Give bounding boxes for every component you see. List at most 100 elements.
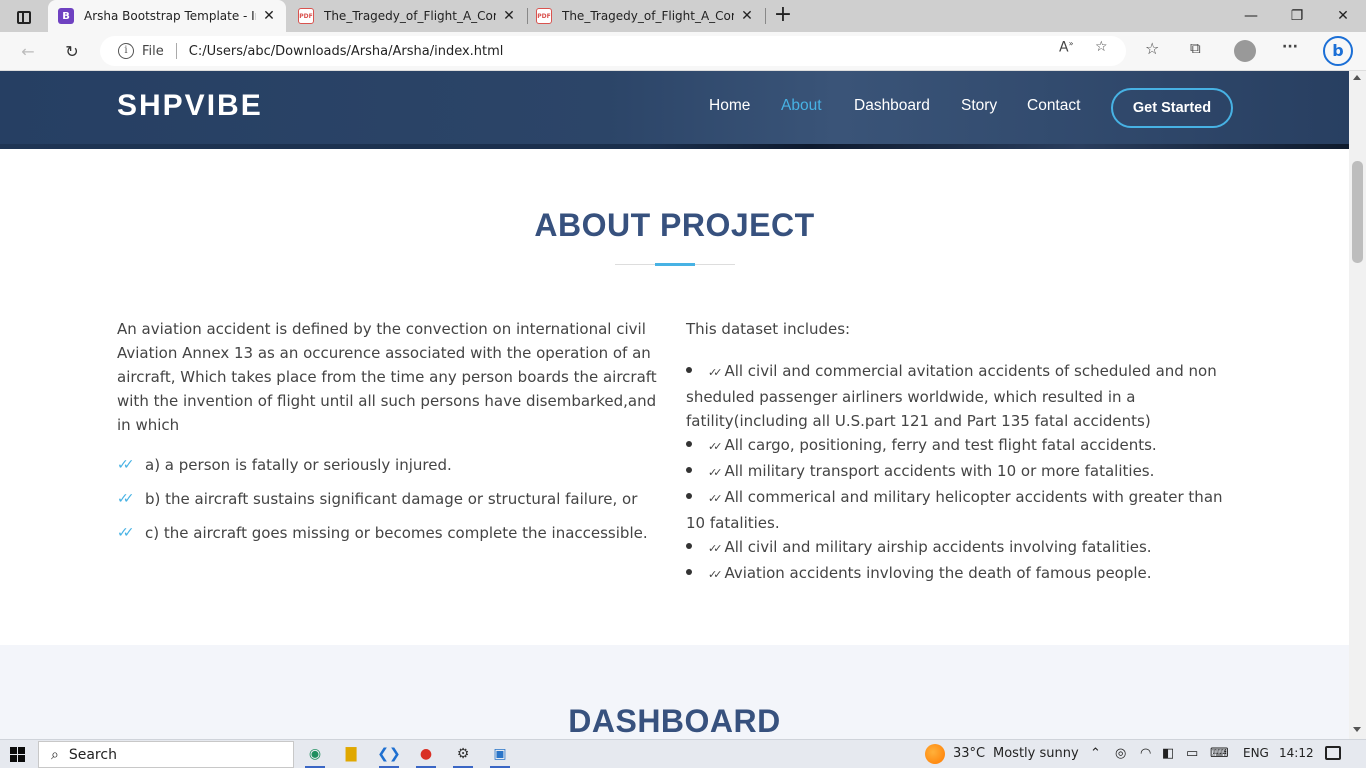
refresh-icon[interactable]: ↻: [58, 38, 86, 64]
double-check-icon: ✓✓: [117, 525, 134, 541]
site-header: SHPVIBE Home About Dashboard Story Conta…: [0, 71, 1349, 144]
restore-button[interactable]: ❐: [1274, 0, 1320, 32]
settings-gear-icon[interactable]: ⚙: [451, 743, 475, 768]
add-favorite-icon[interactable]: ☆: [1095, 39, 1108, 55]
taskbar-search[interactable]: ⌕ Search: [38, 741, 294, 768]
about-intro-text: An aviation accident is defined by the c…: [117, 320, 657, 434]
notification-icon[interactable]: [1325, 746, 1341, 760]
condition-text: c) the aircraft goes missing or becomes …: [145, 524, 648, 542]
page-scrollbar[interactable]: [1349, 71, 1366, 739]
tab-pdf-2[interactable]: PDF The_Tragedy_of_Flight_A_Comprehensiv…: [528, 0, 764, 32]
address-bar[interactable]: i File C:/Users/abc/Downloads/Arsha/Arsh…: [100, 36, 1126, 66]
weather-description[interactable]: Mostly sunny: [993, 746, 1079, 761]
file-explorer-icon[interactable]: ▇: [339, 743, 363, 765]
condition-text: b) the aircraft sustains significant dam…: [145, 490, 638, 508]
url-text[interactable]: C:/Users/abc/Downloads/Arsha/Arsha/index…: [189, 44, 504, 59]
read-aloud-icon[interactable]: A»: [1059, 39, 1073, 56]
favorites-icon[interactable]: ☆: [1145, 39, 1159, 58]
more-menu-icon[interactable]: ···: [1282, 39, 1298, 55]
network-icon[interactable]: ◠: [1140, 746, 1151, 761]
info-icon[interactable]: i: [118, 43, 134, 59]
double-check-icon: ✓✓: [708, 492, 723, 505]
scroll-up-icon[interactable]: [1353, 75, 1361, 80]
protocol-label: File: [142, 43, 164, 59]
page-viewport: SHPVIBE Home About Dashboard Story Conta…: [0, 71, 1349, 739]
weather-sun-icon[interactable]: [925, 744, 945, 764]
double-check-icon: ✓✓: [708, 466, 723, 479]
bullet-dot: [686, 542, 692, 549]
list-item: ✓✓ All cargo, positioning, ferry and test…: [686, 433, 1226, 459]
hero-image-strip: [0, 144, 1349, 149]
vscode-icon[interactable]: ❮❯: [377, 743, 401, 768]
address-divider: [175, 43, 177, 59]
bullet-dot: [686, 492, 692, 499]
double-check-icon: ✓✓: [117, 457, 134, 473]
nav-story[interactable]: Story: [961, 97, 997, 115]
list-item: ✓✓ All commerical and military helicopter…: [686, 485, 1226, 535]
dashboard-section-title: DASHBOARD: [568, 703, 781, 739]
dataset-item-text: All civil and military airship accidents…: [724, 538, 1152, 556]
battery-icon[interactable]: ▭: [1186, 746, 1198, 761]
nav-home[interactable]: Home: [709, 97, 750, 115]
close-tab-icon[interactable]: ✕: [260, 8, 278, 24]
nav-dashboard[interactable]: Dashboard: [854, 97, 930, 115]
tab-divider: [765, 8, 766, 24]
scrollbar-thumb[interactable]: [1352, 161, 1363, 263]
about-section-title: ABOUT PROJECT: [534, 207, 815, 243]
get-started-button[interactable]: Get Started: [1111, 88, 1233, 128]
pdf-favicon-icon: PDF: [298, 8, 314, 24]
back-arrow-icon[interactable]: ←: [14, 38, 42, 64]
double-check-icon: ✓✓: [708, 440, 723, 453]
nav-about[interactable]: About: [781, 97, 822, 115]
weather-temp[interactable]: 33°C: [953, 746, 985, 761]
bullet-dot: [686, 568, 692, 575]
show-hidden-icons[interactable]: ⌃: [1090, 746, 1101, 761]
search-icon: ⌕: [51, 746, 59, 763]
tab-title: The_Tragedy_of_Flight_A_Comprehensive: [562, 9, 734, 23]
close-tab-icon[interactable]: ✕: [500, 8, 518, 24]
list-item: ✓✓ Aviation accidents invloving the death…: [686, 561, 1226, 587]
nav-contact[interactable]: Contact: [1027, 97, 1080, 115]
clock-time[interactable]: 14:12: [1279, 746, 1314, 760]
collections-icon[interactable]: ⧉: [1190, 39, 1201, 57]
site-logo[interactable]: SHPVIBE: [117, 89, 263, 123]
dataset-item-text: Aviation accidents invloving the death o…: [724, 564, 1152, 582]
photos-icon[interactable]: ▣: [488, 743, 512, 768]
close-window-button[interactable]: ✕: [1320, 0, 1366, 32]
search-label: Search: [68, 746, 117, 763]
list-item: ✓✓ a) a person is fatally or seriously i…: [117, 453, 452, 477]
volume-icon[interactable]: ◧: [1162, 746, 1174, 761]
profile-avatar[interactable]: [1234, 40, 1256, 62]
edge-app-icon[interactable]: ◉: [303, 743, 327, 768]
chrome-icon[interactable]: ●: [414, 743, 438, 768]
new-tab-button[interactable]: +: [772, 4, 794, 27]
double-check-icon: ✓✓: [117, 491, 134, 507]
dataset-heading: This dataset includes:: [686, 320, 851, 338]
minimize-button[interactable]: —: [1228, 0, 1274, 32]
bullet-dot: [686, 466, 692, 473]
tab-pdf-1[interactable]: PDF The_Tragedy_of_Flight_A_Comprehensiv…: [290, 0, 526, 32]
tab-arsha[interactable]: B Arsha Bootstrap Template - Index ✕: [48, 0, 286, 32]
tray-app-icon[interactable]: ◎: [1115, 746, 1126, 761]
dataset-item-text: All cargo, positioning, ferry and test f…: [724, 436, 1157, 454]
browser-tab-strip: B Arsha Bootstrap Template - Index ✕ PDF…: [0, 0, 1366, 32]
keyboard-icon[interactable]: ⌨: [1210, 746, 1229, 761]
tab-title: The_Tragedy_of_Flight_A_Comprehensive: [324, 9, 496, 23]
tab-actions-icon[interactable]: [10, 6, 38, 28]
bullet-dot: [686, 440, 692, 447]
list-item: ✓✓ All civil and commercial avitation acc…: [686, 359, 1226, 433]
windows-start-icon[interactable]: [10, 747, 25, 762]
pdf-favicon-icon: PDF: [536, 8, 552, 24]
list-item: ✓✓ c) the aircraft goes missing or becom…: [117, 521, 648, 545]
condition-text: a) a person is fatally or seriously inju…: [145, 456, 452, 474]
title-accent-bar: [655, 263, 695, 266]
close-tab-icon[interactable]: ✕: [738, 8, 756, 24]
language-indicator[interactable]: ENG: [1243, 746, 1269, 760]
list-item: ✓✓ b) the aircraft sustains significant …: [117, 487, 637, 511]
list-item: ✓✓ All military transport accidents with …: [686, 459, 1226, 485]
bing-chat-icon[interactable]: b: [1323, 36, 1353, 66]
browser-toolbar: ← ↻ i File C:/Users/abc/Downloads/Arsha/…: [0, 32, 1366, 71]
scroll-down-icon[interactable]: [1353, 727, 1361, 732]
dataset-item-text: All military transport accidents with 10…: [724, 462, 1155, 480]
dataset-item-text: All commerical and military helicopter a…: [686, 488, 1223, 532]
